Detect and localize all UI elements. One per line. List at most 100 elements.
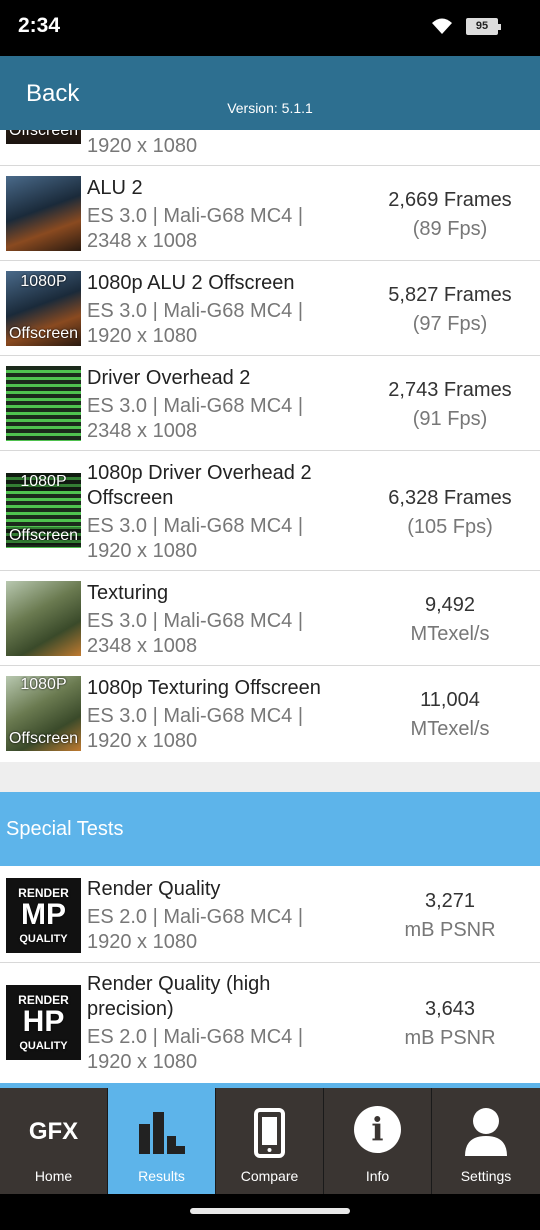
test-api: ES 3.0 | Mali-G68 MC4 | <box>87 705 304 727</box>
tab-settings[interactable]: Settings <box>432 1088 540 1194</box>
test-unit: (97 Fps) <box>412 313 488 335</box>
test-resolution: 1920 x 1080 <box>87 325 198 347</box>
test-name: Render Quality (high <box>87 973 271 995</box>
tab-compare[interactable]: Compare <box>216 1088 323 1194</box>
test-api: ES 3.0 | Mali-G68 MC4 | <box>87 395 304 417</box>
test-score: 6,328 Frames <box>388 487 512 509</box>
test-unit: (105 Fps) <box>407 516 493 538</box>
status-time: 2:34 <box>18 14 61 37</box>
info-glyph: i <box>371 1110 384 1148</box>
list-item[interactable]: 1080P Offscreen 1080p Texturing Offscree… <box>0 666 540 762</box>
test-score: 2,743 Frames <box>388 379 512 401</box>
test-api: ES 3.0 | Mali-G68 MC4 | <box>87 300 304 322</box>
test-name: Texturing <box>87 582 169 604</box>
test-unit: (91 Fps) <box>412 408 488 430</box>
list-item[interactable]: Texturing ES 3.0 | Mali-G68 MC4 | 2348 x… <box>0 571 540 666</box>
test-resolution: 2348 x 1008 <box>87 420 198 442</box>
test-unit: (89 Fps) <box>412 218 488 240</box>
phone-icon <box>254 1108 285 1158</box>
test-api: ES 3.0 | Mali-G68 MC4 | <box>87 515 304 537</box>
tab-home[interactable]: GFX Home <box>0 1088 107 1194</box>
tab-label: Home <box>34 1168 73 1184</box>
tab-label: Results <box>138 1168 185 1184</box>
offscreen-badge: Offscreen <box>8 325 79 342</box>
test-score: 11,004 <box>420 689 480 711</box>
bar-chart-icon <box>139 1112 185 1154</box>
test-name: 1080p ALU 2 Offscreen <box>87 272 295 294</box>
offscreen-badge: Offscreen <box>6 527 81 545</box>
list-item[interactable]: RENDER HP QUALITY Render Quality (high p… <box>0 963 540 1085</box>
section-spacer <box>0 762 540 792</box>
render-quality-mp-logo: RENDER MP QUALITY <box>6 878 81 953</box>
test-resolution: 2348 x 1008 <box>87 230 198 252</box>
logo-mid-text: HP <box>22 1005 65 1038</box>
1080p-badge: 1080P <box>20 676 67 693</box>
driver-overhead-thumbnail <box>6 366 81 441</box>
list-item[interactable]: 1080P Offscreen 1080p ALU 2 Offscreen ES… <box>0 261 540 356</box>
list-item[interactable]: Driver Overhead 2 ES 3.0 | Mali-G68 MC4 … <box>0 356 540 451</box>
system-nav-bar <box>0 1194 540 1230</box>
app-header: Back Version: 5.1.1 <box>0 56 540 130</box>
1080p-badge: 1080P <box>20 273 67 290</box>
home-gesture-handle[interactable] <box>190 1208 350 1214</box>
test-resolution: 1920 x 1080 <box>87 135 198 157</box>
test-thumbnail: Offscreen <box>6 130 81 144</box>
bottom-tab-bar: GFX Home Results Compare i Info Settings <box>0 1088 540 1194</box>
test-api: ES 2.0 | Mali-G68 MC4 | <box>87 1026 304 1048</box>
test-resolution: 1920 x 1080 <box>87 1051 198 1073</box>
test-unit: mB PSNR <box>404 919 496 941</box>
test-unit: mB PSNR <box>404 1027 496 1049</box>
test-score: 3,643 <box>424 998 476 1020</box>
test-api: ES 2.0 | Mali-G68 MC4 | <box>87 906 304 928</box>
gfx-logo: GFX <box>28 1118 79 1145</box>
test-name: ALU 2 <box>87 177 143 199</box>
tab-info[interactable]: i Info <box>324 1088 431 1194</box>
logo-bottom-text: QUALITY <box>19 933 68 945</box>
wifi-icon <box>432 18 452 34</box>
battery-level: 95 <box>475 20 489 32</box>
user-icon <box>465 1108 507 1156</box>
results-list[interactable]: Offscreen 1920 x 1080 ALU 2 ES 3.0 | Mal… <box>0 130 540 1090</box>
texturing-offscreen-thumbnail: 1080P Offscreen <box>6 676 81 751</box>
logo-bottom-text: QUALITY <box>19 1040 68 1052</box>
test-name: Driver Overhead 2 <box>87 367 251 389</box>
test-api: ES 3.0 | Mali-G68 MC4 | <box>87 205 304 227</box>
status-bar: 2:34 95 <box>0 0 540 56</box>
section-header: Special Tests <box>0 792 540 866</box>
test-resolution: 1920 x 1080 <box>87 730 198 752</box>
test-api: ES 3.0 | Mali-G68 MC4 | <box>87 610 304 632</box>
texturing-thumbnail <box>6 581 81 656</box>
tab-label: Compare <box>240 1168 299 1184</box>
test-score: 3,271 <box>424 890 476 912</box>
test-name-line2: precision) <box>87 998 174 1020</box>
tab-results[interactable]: Results <box>108 1088 215 1194</box>
list-item[interactable]: ALU 2 ES 3.0 | Mali-G68 MC4 | 2348 x 100… <box>0 166 540 261</box>
test-score: 5,827 Frames <box>388 284 512 306</box>
test-unit: MTexel/s <box>410 718 490 740</box>
section-title: Special Tests <box>6 818 124 840</box>
test-resolution: 1920 x 1080 <box>87 540 198 562</box>
test-score: 2,669 Frames <box>388 189 512 211</box>
test-name: Render Quality <box>87 878 221 900</box>
test-resolution: 2348 x 1008 <box>87 635 198 657</box>
test-name-line2: Offscreen <box>87 487 174 509</box>
test-name: 1080p Texturing Offscreen <box>87 677 321 699</box>
test-score: 9,492 <box>424 594 476 616</box>
info-icon: i <box>324 1106 431 1158</box>
list-item[interactable]: Offscreen 1920 x 1080 <box>0 130 540 166</box>
tab-label: Settings <box>460 1168 512 1184</box>
battery-icon: 95 <box>466 18 501 35</box>
offscreen-badge: Offscreen <box>8 730 79 747</box>
offscreen-badge: Offscreen <box>8 130 79 139</box>
driver-overhead-offscreen-thumbnail: 1080P Offscreen <box>6 473 81 548</box>
logo-mid-text: MP <box>21 898 66 931</box>
tab-label: Info <box>365 1168 390 1184</box>
1080p-badge: 1080P <box>6 473 81 491</box>
render-quality-hp-logo: RENDER HP QUALITY <box>6 985 81 1060</box>
alu2-thumbnail <box>6 176 81 251</box>
version-label: Version: 5.1.1 <box>227 100 313 116</box>
test-unit: MTexel/s <box>410 623 490 645</box>
test-resolution: 1920 x 1080 <box>87 931 198 953</box>
list-item[interactable]: 1080P Offscreen 1080p Driver Overhead 2 … <box>0 451 540 571</box>
list-item[interactable]: RENDER MP QUALITY Render Quality ES 2.0 … <box>0 866 540 963</box>
